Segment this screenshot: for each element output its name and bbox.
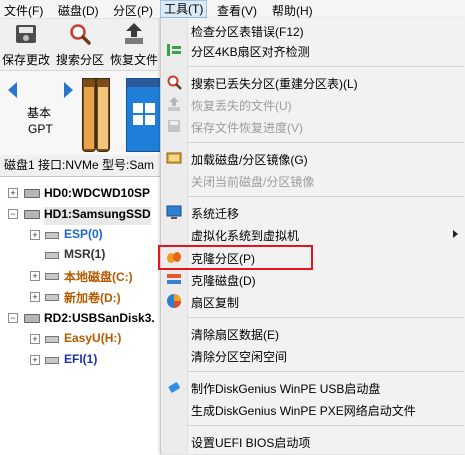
- usb-icon: [168, 382, 180, 393]
- tree-disk-hd0[interactable]: HD0:WDCWD10SP: [44, 186, 150, 204]
- toolbar: 保存更改 搜索分区 恢复文件: [0, 19, 160, 67]
- tree-partition-esp[interactable]: ESP(0): [64, 227, 103, 245]
- menu-item-4k-align-check[interactable]: 分区4KB扇区对齐检测: [167, 39, 464, 61]
- restore-label: 恢复文件: [109, 53, 158, 67]
- tree-partition-d[interactable]: 新加卷(D:): [64, 289, 121, 307]
- collapse-toggle-icon[interactable]: −: [8, 209, 18, 219]
- menu-separator: [188, 317, 464, 318]
- menu-item-make-winpe-pxe[interactable]: 生成DiskGenius WinPE PXE网络启动文件: [188, 398, 464, 420]
- menu-tools[interactable]: 工具(T): [160, 0, 208, 18]
- windows-logo-icon: [133, 103, 155, 125]
- restore-icon: [168, 97, 180, 111]
- disk-tree: + HD0:WDCWD10SP − HD1:SamsungSSD + ESP(0…: [0, 176, 160, 455]
- disk-info-bar: 磁盘1 接口:NVMe 型号:Sam: [4, 158, 155, 172]
- menu-item-search-lost-partitions[interactable]: 搜索已丢失分区(重建分区表)(L): [167, 71, 464, 93]
- expand-toggle-icon[interactable]: +: [30, 271, 40, 281]
- partition-icon: [45, 294, 59, 301]
- align-icon: [167, 44, 181, 56]
- menu-view[interactable]: 查看(V): [217, 2, 257, 19]
- save-disk-icon: [16, 25, 36, 43]
- tree-partition-efi[interactable]: EFI(1): [64, 352, 97, 370]
- hard-disk-icon: [24, 189, 40, 198]
- sector-copy-icon: [167, 294, 181, 308]
- menu-item-virtualize-system[interactable]: 虚拟化系统到虚拟机: [188, 223, 464, 245]
- tree-partition-msr[interactable]: MSR(1): [64, 247, 105, 265]
- menu-item-wipe-sector-data[interactable]: 清除扇区数据(E): [188, 322, 464, 344]
- tree-partition-c[interactable]: 本地磁盘(C:): [64, 268, 133, 286]
- tools-dropdown-menu: 检查分区表错误(F12) 分区4KB扇区对齐检测 搜索已丢失分区(重建分区表)(…: [160, 18, 465, 454]
- tree-disk-rd2[interactable]: RD2:USBSanDisk3.: [44, 311, 155, 329]
- expand-toggle-icon[interactable]: +: [30, 334, 40, 344]
- partition-bar[interactable]: [96, 78, 110, 152]
- menu-item-make-winpe-usb[interactable]: 制作DiskGenius WinPE USB启动盘: [168, 376, 464, 398]
- save-icon: [168, 120, 180, 132]
- partition-icon: [45, 336, 59, 343]
- partition-icon: [45, 252, 59, 259]
- image-icon: [166, 152, 182, 164]
- migrate-icon: [166, 205, 182, 219]
- menu-help[interactable]: 帮助(H): [272, 2, 313, 19]
- tree-partition-easyu[interactable]: EasyU(H:): [64, 331, 121, 349]
- partition-bar[interactable]: [82, 78, 96, 152]
- save-button[interactable]: 保存更改: [0, 19, 52, 67]
- menu-item-clone-disk[interactable]: 克隆磁盘(D): [167, 268, 464, 290]
- save-label: 保存更改: [1, 53, 50, 67]
- clone-disk-icon: [167, 274, 181, 284]
- expand-toggle-icon[interactable]: +: [30, 230, 40, 240]
- tree-disk-hd1[interactable]: HD1:SamsungSSD: [44, 207, 151, 225]
- menu-item-uefi-boot-entries[interactable]: 设置UEFI BIOS启动项: [188, 430, 464, 452]
- menu-disk[interactable]: 磁盘(D): [58, 2, 99, 19]
- expand-toggle-icon[interactable]: +: [8, 188, 18, 198]
- menu-file[interactable]: 文件(F): [4, 2, 43, 19]
- menu-item-wipe-free-space[interactable]: 清除分区空闲空间: [188, 344, 464, 366]
- expand-toggle-icon[interactable]: +: [30, 292, 40, 302]
- search-partition-button[interactable]: 搜索分区: [54, 19, 106, 67]
- expand-toggle-icon[interactable]: +: [30, 355, 40, 365]
- menu-partition[interactable]: 分区(P): [113, 2, 153, 19]
- menu-separator: [188, 425, 464, 426]
- menu-item-check-partition-table[interactable]: 检查分区表错误(F12): [188, 19, 464, 41]
- hard-disk-icon: [24, 210, 40, 219]
- next-disk-arrow-icon[interactable]: [64, 82, 73, 98]
- prev-disk-arrow-icon[interactable]: [8, 82, 17, 98]
- menu-item-sector-copy[interactable]: 扇区复制: [167, 290, 464, 312]
- search-label: 搜索分区: [55, 53, 104, 67]
- usb-disk-icon: [24, 314, 40, 323]
- menu-item-save-recovery-progress[interactable]: 保存文件恢复进度(V): [168, 115, 464, 137]
- collapse-toggle-icon[interactable]: −: [8, 313, 18, 323]
- partition-style-label: GPT: [28, 122, 53, 136]
- disk-type-label: 基本: [27, 106, 52, 120]
- search-icon: [167, 75, 182, 90]
- menu-item-close-image[interactable]: 关闭当前磁盘/分区镜像: [188, 169, 464, 191]
- partition-icon: [45, 357, 59, 364]
- menu-separator: [188, 142, 464, 143]
- highlight-box: [158, 245, 313, 270]
- menu-item-system-migration[interactable]: 系统迁移: [166, 201, 464, 223]
- partition-icon: [45, 232, 59, 239]
- menu-item-restore-lost-files[interactable]: 恢复丢失的文件(U): [168, 93, 464, 115]
- restore-files-button[interactable]: 恢复文件: [108, 19, 160, 67]
- menu-separator: [188, 196, 464, 197]
- menubar: 文件(F) 磁盘(D) 分区(P) 工具(T) 查看(V) 帮助(H): [0, 0, 465, 19]
- windows-partition-block[interactable]: [126, 78, 162, 152]
- magnifier-icon: [70, 24, 91, 45]
- submenu-arrow-icon: [453, 230, 458, 238]
- menu-separator: [188, 66, 464, 67]
- menu-separator: [188, 371, 464, 372]
- partition-icon: [45, 273, 59, 280]
- upload-icon: [125, 23, 143, 44]
- menu-item-load-image[interactable]: 加载磁盘/分区镜像(G): [166, 147, 464, 169]
